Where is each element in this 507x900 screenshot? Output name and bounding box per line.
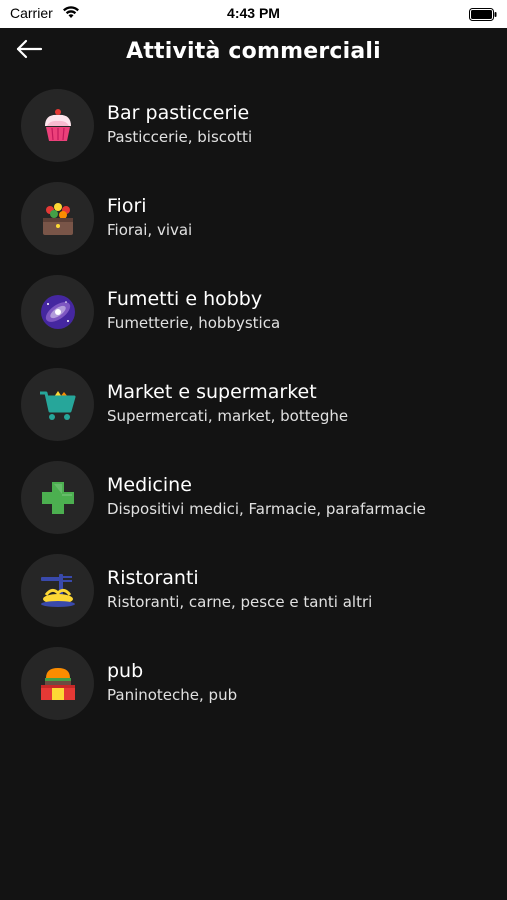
item-title: Bar pasticcerie [107,102,250,124]
item-title: Medicine [107,474,192,496]
burger-icon [40,667,75,700]
category-item-bar-pasticcerie[interactable]: Bar pasticcerie Pasticcerie, biscotti [0,80,507,173]
medical-cross-icon [41,481,74,514]
item-subtitle: Paninoteche, pub [107,686,238,704]
item-title: pub [107,660,144,682]
status-bar: Carrier 4:43 PM [0,0,507,28]
item-title: Market e supermarket [107,381,317,403]
item-subtitle: Pasticcerie, biscotti [107,128,253,146]
category-item-fiori[interactable]: Fiori Fiorai, vivai [0,173,507,266]
category-item-pub[interactable]: pub Paninoteche, pub [0,638,507,731]
category-item-market-e-supermarket[interactable]: Market e supermarket Supermercati, marke… [0,359,507,452]
cupcake-icon [44,108,71,141]
icon-container [21,89,94,162]
icon-container [21,461,94,534]
item-subtitle: Dispositivi medici, Farmacie, parafarmac… [107,500,426,518]
status-time: 4:43 PM [227,5,280,21]
category-item-medicine[interactable]: Medicine Dispositivi medici, Farmacie, p… [0,452,507,545]
category-item-fumetti-e-hobby[interactable]: Fumetti e hobby Fumetterie, hobbystica [0,266,507,359]
item-subtitle: Fumetterie, hobbystica [107,314,281,332]
nav-bar: Attività commerciali [0,28,507,80]
item-subtitle: Supermercati, market, botteghe [107,407,349,425]
item-title: Fumetti e hobby [107,288,263,310]
page-title: Attività commerciali [126,39,381,64]
item-title: Ristoranti [107,567,199,589]
icon-container [21,368,94,441]
icon-container [21,554,94,627]
category-item-ristoranti[interactable]: Ristoranti Ristoranti, carne, pesce e ta… [0,545,507,638]
shopping-cart-icon [39,390,75,420]
icon-container [21,647,94,720]
flowers-icon [42,202,73,235]
icon-container [21,182,94,255]
item-title: Fiori [107,195,147,217]
item-subtitle: Fiorai, vivai [107,221,193,239]
galaxy-icon [40,294,75,329]
item-subtitle: Ristoranti, carne, pesce e tanti altri [107,593,373,611]
spaghetti-icon [40,573,75,607]
battery-icon [469,6,497,21]
icon-container [21,275,94,348]
category-list: Bar pasticcerie Pasticcerie, biscotti Fi… [0,80,507,731]
